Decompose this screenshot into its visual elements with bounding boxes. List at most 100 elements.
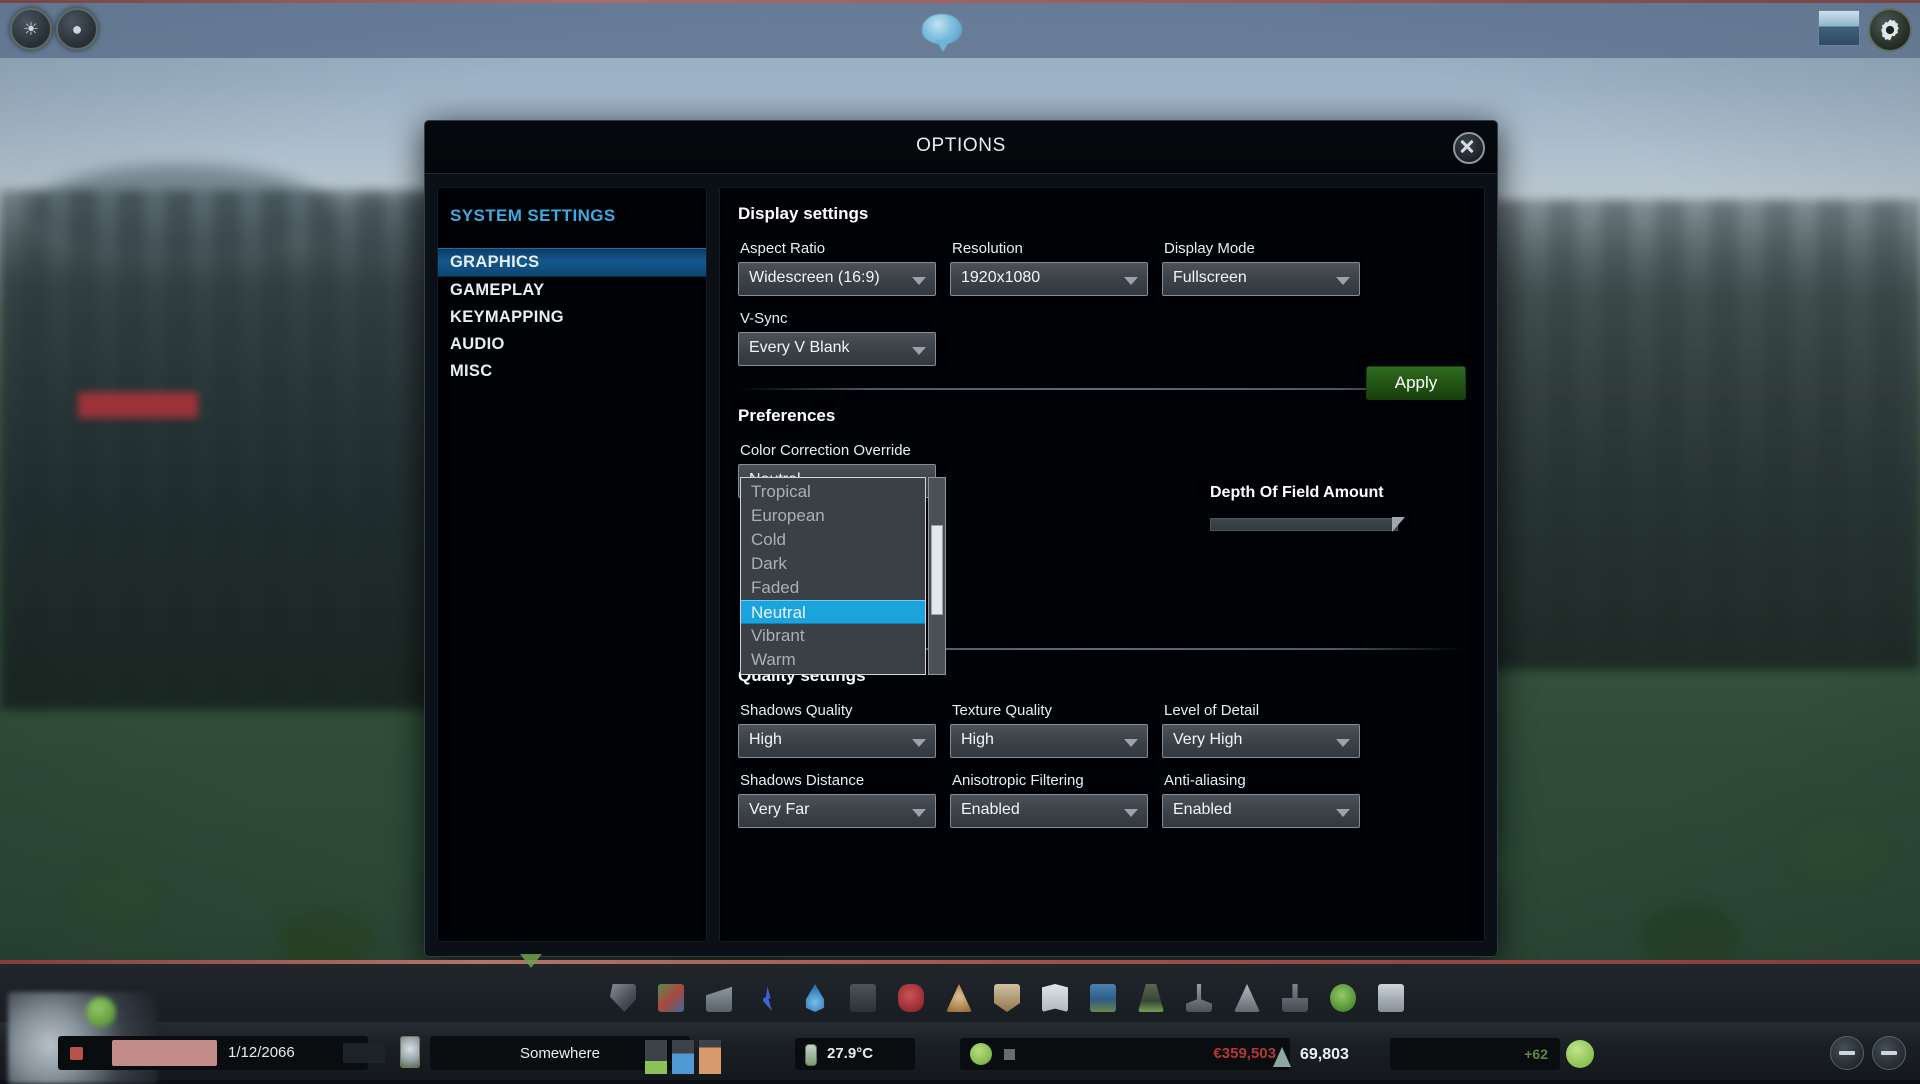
date-text: 1/12/2066: [228, 1044, 295, 1061]
play-pause-button[interactable]: [343, 1043, 385, 1063]
city-name-text: Somewhere: [520, 1045, 600, 1062]
field-anisotropic-filtering: Anisotropic Filtering Enabled: [950, 772, 1148, 828]
label-depth-of-field: Depth Of Field Amount: [1210, 484, 1540, 502]
field-shadows-quality: Shadows Quality High: [738, 702, 936, 758]
anti-aliasing-dropdown[interactable]: Enabled: [1162, 794, 1360, 828]
previous-icon: [1839, 1051, 1855, 1055]
electricity-icon[interactable]: [754, 984, 780, 1012]
option-faded[interactable]: Faded: [741, 576, 925, 600]
apply-button[interactable]: Apply: [1366, 366, 1466, 400]
police-icon[interactable]: [994, 984, 1020, 1012]
hud-upper-bar: [0, 964, 1920, 1022]
date-panel[interactable]: 1/12/2066: [58, 1036, 368, 1070]
vsync-value: Every V Blank: [749, 339, 903, 357]
speed-indicator-icon: [70, 1047, 83, 1060]
fire-icon[interactable]: [946, 984, 972, 1012]
sidebar-item-gameplay[interactable]: GAMEPLAY: [438, 277, 706, 304]
city-thumbnail-icon[interactable]: [1818, 10, 1860, 46]
field-aspect-ratio: Aspect Ratio Widescreen (16:9): [738, 240, 936, 296]
display-mode-dropdown[interactable]: Fullscreen: [1162, 262, 1360, 296]
chevron-down-icon: [1336, 277, 1350, 285]
commercial-demand-bar: [672, 1040, 694, 1074]
sidebar-item-graphics[interactable]: GRAPHICS: [438, 248, 706, 277]
education-icon[interactable]: [1042, 984, 1068, 1012]
chevron-down-icon: [912, 347, 926, 355]
resolution-dropdown[interactable]: 1920x1080: [950, 262, 1148, 296]
build-toolbar: [610, 978, 1404, 1018]
park-icon[interactable]: [1138, 984, 1164, 1012]
quality-row-2: Shadows Distance Very Far Anisotropic Fi…: [738, 772, 1466, 828]
label-display-mode: Display Mode: [1164, 240, 1360, 257]
preferences-title: Preferences: [738, 406, 1466, 426]
disaster-panel-button[interactable]: ☀: [10, 8, 52, 50]
money-text: €359,503: [1213, 1045, 1276, 1062]
slider-handle[interactable]: [1392, 517, 1405, 532]
display-settings-row-2: V-Sync Every V Blank: [738, 310, 1466, 366]
top-bar-accent-line: [0, 0, 1920, 3]
industrial-demand-bar: [699, 1040, 721, 1074]
sidebar-item-misc[interactable]: MISC: [438, 358, 706, 385]
anisotropic-filtering-dropdown[interactable]: Enabled: [950, 794, 1148, 828]
unique-building-icon[interactable]: [1186, 984, 1212, 1012]
bottom-hud: 1/12/2066 Somewhere 27.9°C €359,503 69,8…: [0, 960, 1920, 1080]
quality-row-1: Shadows Quality High Texture Quality Hig…: [738, 702, 1466, 758]
vsync-dropdown[interactable]: Every V Blank: [738, 332, 936, 366]
industry-icon[interactable]: [1282, 984, 1308, 1012]
option-list-scrollbar[interactable]: [928, 477, 946, 675]
money-panel[interactable]: €359,503: [960, 1038, 1290, 1070]
label-shadows-distance: Shadows Distance: [740, 772, 936, 789]
sidebar-item-keymapping[interactable]: KEYMAPPING: [438, 304, 706, 331]
menu-button[interactable]: [1872, 1036, 1906, 1070]
budget-icon: [970, 1043, 992, 1065]
color-correction-option-box: Tropical European Cold Dark Faded Neutra…: [740, 477, 926, 675]
settings-sidebar: SYSTEM SETTINGS GRAPHICS GAMEPLAY KEYMAP…: [437, 187, 707, 942]
scrollbar-thumb[interactable]: [931, 525, 943, 615]
shadows-quality-dropdown[interactable]: High: [738, 724, 936, 758]
shadows-quality-value: High: [749, 731, 903, 749]
aspect-ratio-value: Widescreen (16:9): [749, 269, 903, 287]
option-vibrant[interactable]: Vibrant: [741, 624, 925, 648]
chirper-button[interactable]: ●: [56, 8, 98, 50]
shadows-distance-dropdown[interactable]: Very Far: [738, 794, 936, 828]
previous-button[interactable]: [1830, 1036, 1864, 1070]
slider-track: [1210, 518, 1398, 531]
field-anti-aliasing: Anti-aliasing Enabled: [1162, 772, 1360, 828]
section-divider-1: [740, 388, 1464, 390]
option-neutral[interactable]: Neutral: [741, 600, 925, 624]
option-dark[interactable]: Dark: [741, 552, 925, 576]
depth-of-field-slider[interactable]: [1210, 518, 1540, 531]
color-correction-option-list[interactable]: Tropical European Cold Dark Faded Neutra…: [740, 477, 926, 675]
chevron-down-icon: [1124, 739, 1138, 747]
close-icon[interactable]: [1453, 132, 1485, 164]
districts-icon[interactable]: [658, 984, 684, 1012]
chevron-down-icon: [1336, 739, 1350, 747]
water-icon[interactable]: [802, 984, 828, 1012]
garbage-icon[interactable]: [850, 984, 876, 1012]
option-european[interactable]: European: [741, 504, 925, 528]
label-level-of-detail: Level of Detail: [1164, 702, 1360, 719]
aspect-ratio-dropdown[interactable]: Widescreen (16:9): [738, 262, 936, 296]
label-shadows-quality: Shadows Quality: [740, 702, 936, 719]
chirper-bird-icon[interactable]: [908, 6, 980, 58]
monument-icon[interactable]: [1234, 984, 1260, 1012]
options-dialog: OPTIONS SYSTEM SETTINGS GRAPHICS GAMEPLA…: [424, 120, 1498, 957]
roads-icon[interactable]: [706, 984, 732, 1012]
shadows-distance-value: Very Far: [749, 801, 903, 819]
bulldoze-icon[interactable]: [610, 984, 636, 1012]
level-of-detail-dropdown[interactable]: Very High: [1162, 724, 1360, 758]
happiness-panel: +62: [1390, 1038, 1560, 1070]
healthcare-icon[interactable]: [898, 984, 924, 1012]
info-views-icon[interactable]: [1378, 984, 1404, 1012]
eco-icon[interactable]: [1330, 984, 1356, 1012]
gear-icon[interactable]: [1868, 8, 1912, 52]
option-cold[interactable]: Cold: [741, 528, 925, 552]
option-warm[interactable]: Warm: [741, 648, 925, 672]
label-resolution: Resolution: [952, 240, 1148, 257]
display-settings-title: Display settings: [738, 204, 1466, 224]
menu-icon: [1881, 1051, 1897, 1055]
transport-icon[interactable]: [1090, 984, 1116, 1012]
sidebar-item-audio[interactable]: AUDIO: [438, 331, 706, 358]
option-tropical[interactable]: Tropical: [741, 480, 925, 504]
depth-of-field-block: Depth Of Field Amount: [1210, 484, 1540, 531]
texture-quality-dropdown[interactable]: High: [950, 724, 1148, 758]
